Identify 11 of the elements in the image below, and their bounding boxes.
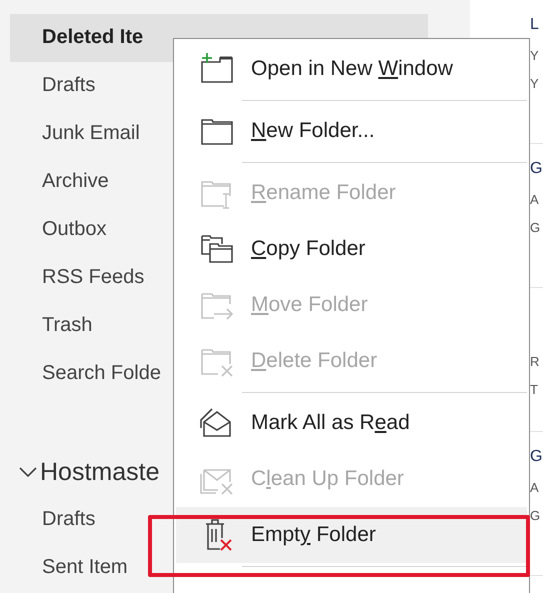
- message-sender: G: [530, 447, 542, 467]
- message-preview: Y: [530, 75, 539, 93]
- message-preview: A: [530, 191, 539, 209]
- message-preview: T: [530, 381, 538, 399]
- message-preview: R: [530, 353, 540, 371]
- message-preview: Y: [530, 47, 539, 65]
- message-sender: G: [530, 159, 542, 179]
- message-preview: A: [530, 479, 539, 497]
- message-sender: L: [530, 15, 539, 35]
- message-preview: G: [530, 219, 540, 237]
- message-preview: G: [530, 507, 540, 525]
